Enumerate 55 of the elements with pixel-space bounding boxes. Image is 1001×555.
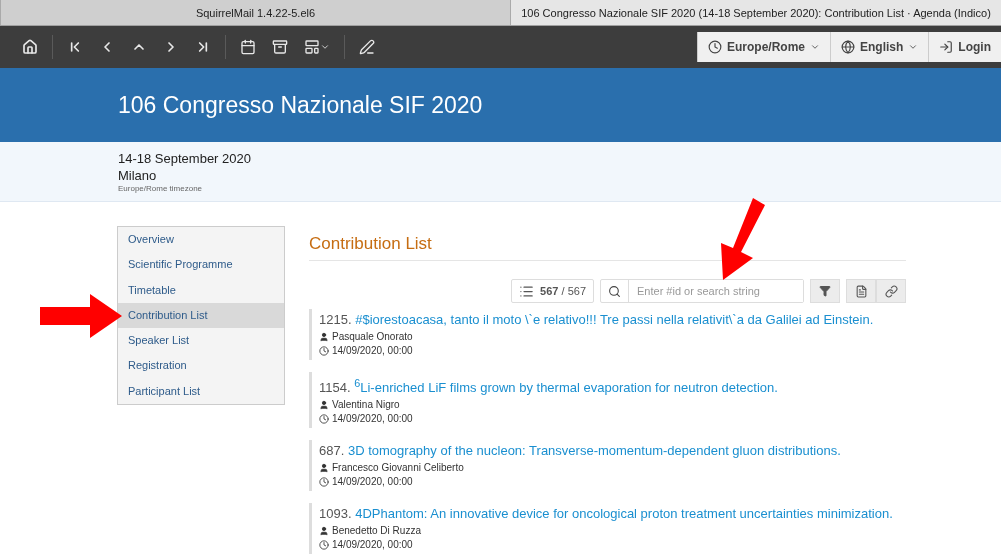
- event-title: 106 Congresso Nazionale SIF 2020: [118, 91, 483, 119]
- sidebar-item[interactable]: Participant List: [118, 378, 284, 405]
- clock-icon: [319, 414, 329, 425]
- clock-icon: [319, 477, 329, 488]
- pdf-button[interactable]: [846, 279, 876, 303]
- clock-icon: [319, 540, 329, 551]
- sidebar-item[interactable]: Contribution List: [118, 302, 284, 329]
- contribution-title: 687. 3D tomography of the nucleon: Transverse-momentum-dependent gluon distributions.: [319, 442, 842, 461]
- clock-icon: [319, 346, 329, 356]
- speaker-name: Valentina Nigro: [319, 398, 906, 413]
- contribution-link[interactable]: 4DPhantom: An innovative device for oncological proton treatment uncertainties minimization.: [355, 506, 893, 522]
- globe-icon: [841, 40, 855, 54]
- contribution-link[interactable]: #$iorestoacasa, tanto il moto \`e relativo!!! Tre passi nella relativit\`a da Galilei ad Einstein.: [355, 312, 874, 327]
- browser-tab[interactable]: 106 Congresso Nazionale SIF 2020 (14-18 September 2020): Contribution List · Agenda (Indico): [510, 0, 1001, 25]
- link-icon: [884, 284, 898, 298]
- contribution-title: 1093. 4DPhantom: An innovative device for oncological proton treatment uncertainties minimization.: [319, 505, 894, 524]
- sidebar-item[interactable]: Scientific Programme: [118, 252, 284, 278]
- user-icon: [319, 400, 329, 411]
- event-dates: 14-18 September 2020: [118, 150, 252, 167]
- contribution-link[interactable]: $^{6}$Li-enriched LiF films grown by thermal evaporation for neutron detection.: [354, 380, 778, 396]
- language-button[interactable]: English: [830, 32, 929, 62]
- contribution-time: 14/09/2020, 00:00: [319, 344, 906, 358]
- caret-icon: [908, 42, 919, 52]
- sidebar-item[interactable]: Speaker List: [118, 328, 284, 354]
- login-icon: [939, 40, 954, 54]
- speaker-name: Francesco Giovanni Celiberto: [319, 461, 906, 476]
- timezone-button[interactable]: Europe/Rome: [697, 32, 830, 62]
- browser-tab[interactable]: SquirrelMail 1.4.22-5.el6: [0, 0, 510, 25]
- filter-icon: [819, 285, 831, 297]
- login-button[interactable]: Login: [928, 32, 1001, 62]
- speaker-name: Pasquale Onorato: [319, 330, 906, 344]
- clock-icon: [708, 40, 722, 54]
- count-display: 567 / 567: [511, 279, 594, 303]
- contribution-time: 14/09/2020, 00:00: [319, 475, 906, 490]
- pdf-icon: [854, 284, 868, 298]
- caret-icon: [810, 42, 820, 52]
- user-icon: [319, 332, 329, 342]
- search-icon: [608, 284, 621, 298]
- search-field[interactable]: Enter #id or search string: [600, 279, 804, 303]
- user-icon: [319, 526, 329, 537]
- contribution-time: 14/09/2020, 00:00: [319, 412, 906, 427]
- list-icon: [519, 283, 535, 299]
- event-venue: Milano: [118, 167, 158, 184]
- contribution-title: 1215. #$iorestoacasa, tanto il moto \`e relativo!!! Tre passi nella relativit\`a da Galilei ad Einstein.: [319, 311, 875, 329]
- sidebar-item[interactable]: Overview: [118, 227, 284, 253]
- contribution-time: 14/09/2020, 00:00: [319, 538, 906, 553]
- filter-button[interactable]: [810, 279, 840, 303]
- contribution-link[interactable]: 3D tomography of the nucleon: Transverse-momentum-dependent gluon distributions.: [347, 443, 841, 459]
- timezone-note: Europe/Rome timezone: [118, 184, 204, 193]
- sidebar-item[interactable]: Registration: [118, 353, 284, 379]
- sidebar-item[interactable]: Timetable: [118, 277, 284, 303]
- link-button[interactable]: [876, 279, 906, 303]
- speaker-name: Benedetto Di Ruzza: [319, 524, 906, 539]
- user-icon: [319, 463, 329, 474]
- contribution-title: 1154. $^{6}$Li-enriched LiF films grown by thermal evaporation for neutron detection.: [319, 376, 779, 398]
